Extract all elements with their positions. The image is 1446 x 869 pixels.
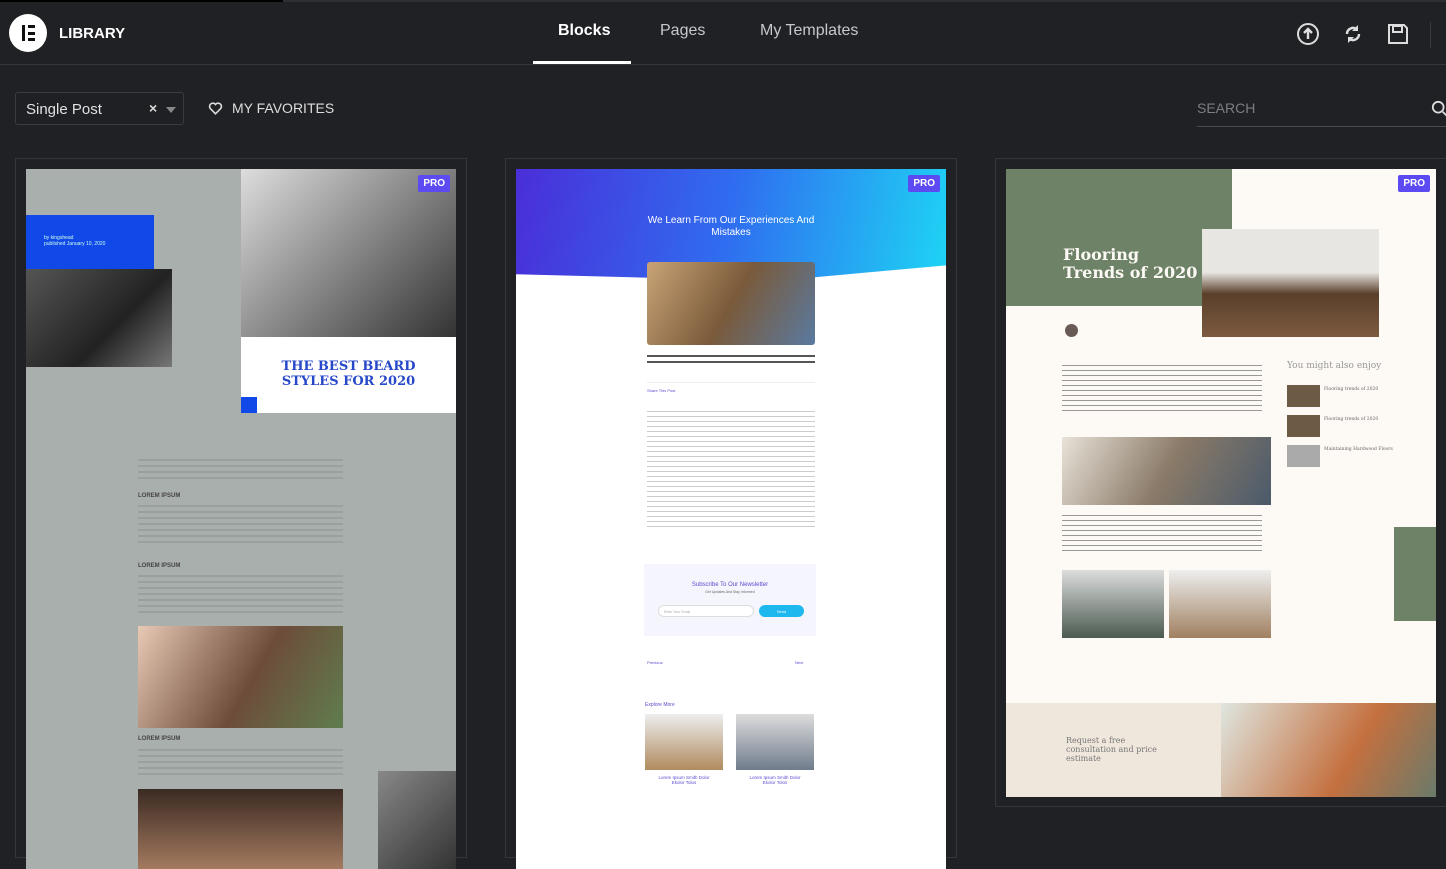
template-preview: PRO We Learn From Our Experiences And Mi… [516, 169, 946, 869]
tab-pages[interactable]: Pages [660, 22, 705, 40]
clear-selection-button[interactable]: × [149, 100, 157, 116]
pro-badge: PRO [1398, 175, 1430, 192]
beard-photo [138, 789, 343, 869]
template-card-beard[interactable]: PRO by kingshead published January 10, 20… [15, 158, 467, 869]
arrow-down-icon [241, 397, 257, 413]
email-input: Enter Your Email [658, 605, 754, 617]
headline: We Learn From Our Experiences And Mistak… [647, 215, 815, 238]
interior-photo [1062, 437, 1271, 505]
my-favorites-label: MY FAVORITES [232, 100, 335, 116]
dining-photo [1062, 570, 1164, 638]
tab-blocks[interactable]: Blocks [558, 22, 610, 40]
kitchen-photo [1169, 570, 1271, 638]
cta-text: Request a free consultation and price es… [1066, 736, 1157, 763]
date: published January 10, 2020 [44, 241, 106, 247]
elementor-logo-icon [9, 14, 47, 52]
newsletter-subtitle: Get Updates And Stay Informed [705, 590, 755, 594]
related-thumb [1287, 415, 1320, 437]
headline: Flooring Trends of 2020 [1063, 245, 1198, 282]
search-icon[interactable] [1431, 100, 1446, 118]
explore-heading: Explore More [645, 702, 675, 708]
library-title: LIBRARY [59, 25, 126, 42]
my-favorites-button[interactable]: MY FAVORITES [208, 100, 334, 116]
newsletter-box: Subscribe To Our Newsletter Get Updates … [644, 564, 816, 636]
section-heading: LOREM IPSUM [138, 493, 181, 499]
newsletter-title: Subscribe To Our Newsletter [691, 582, 769, 588]
explore-photo [645, 714, 723, 770]
section-heading: LOREM IPSUM [138, 736, 181, 742]
next-link: Next [795, 660, 804, 665]
related-thumb [1287, 385, 1320, 407]
related-thumb [1287, 445, 1320, 467]
heart-icon [208, 101, 223, 115]
upload-icon[interactable] [1296, 22, 1320, 46]
tab-my-templates[interactable]: My Templates [760, 22, 858, 40]
sync-icon[interactable] [1341, 22, 1365, 46]
pro-badge: PRO [908, 175, 940, 192]
hero-photo [647, 262, 815, 345]
section-heading: LOREM IPSUM [138, 563, 181, 569]
search-input[interactable] [1197, 94, 1417, 122]
library-header: LIBRARY Blocks Pages My Templates [0, 2, 1446, 65]
header-divider [1430, 22, 1431, 48]
related-title: Flooring trends of 2020 [1324, 417, 1379, 422]
template-card-experiences[interactable]: PRO We Learn From Our Experiences And Mi… [505, 158, 957, 869]
chevron-down-icon[interactable] [166, 107, 176, 113]
related-title: Maintaining Hardwood Floors [1324, 447, 1393, 452]
pro-badge: PRO [418, 175, 450, 192]
portrait-photo [241, 169, 456, 337]
explore-card-title: Lorem Ipsum Smith Dolor Ekolor Tolos [658, 775, 710, 785]
barber-photo [26, 269, 172, 367]
man-photo [138, 626, 343, 728]
related-title: Flooring trends of 2020 [1324, 387, 1379, 392]
template-card-flooring[interactable]: PRO Flooring Trends of 2020 You might al… [995, 158, 1446, 807]
send-button: Send [759, 605, 804, 617]
template-preview: PRO by kingshead published January 10, 20… [26, 169, 456, 869]
author-avatar [1065, 324, 1078, 337]
hero-photo [1202, 229, 1379, 337]
category-select[interactable]: Single Post × [15, 92, 184, 125]
share-label: Share This Post [647, 382, 815, 393]
sidebar-title: You might also enjoy [1287, 361, 1382, 371]
title-block [1006, 169, 1232, 306]
previous-link: Previous [647, 660, 663, 665]
sofa-photo [1221, 703, 1436, 797]
headline: THE BEST BEARD STYLES FOR 2020 [241, 337, 456, 413]
byline-box: by kingshead published January 10, 2020 [26, 215, 154, 269]
explore-card-title: Lorem Ipsum Smith Dolor Ekolor Tolos [749, 775, 801, 785]
active-tab-indicator [533, 61, 631, 64]
search-field[interactable] [1197, 94, 1446, 127]
category-value: Single Post [26, 101, 102, 118]
side-block [1394, 527, 1436, 621]
explore-photo [736, 714, 814, 770]
side-photo [378, 771, 456, 869]
save-icon[interactable] [1386, 22, 1410, 46]
template-preview: PRO Flooring Trends of 2020 You might al… [1006, 169, 1436, 797]
